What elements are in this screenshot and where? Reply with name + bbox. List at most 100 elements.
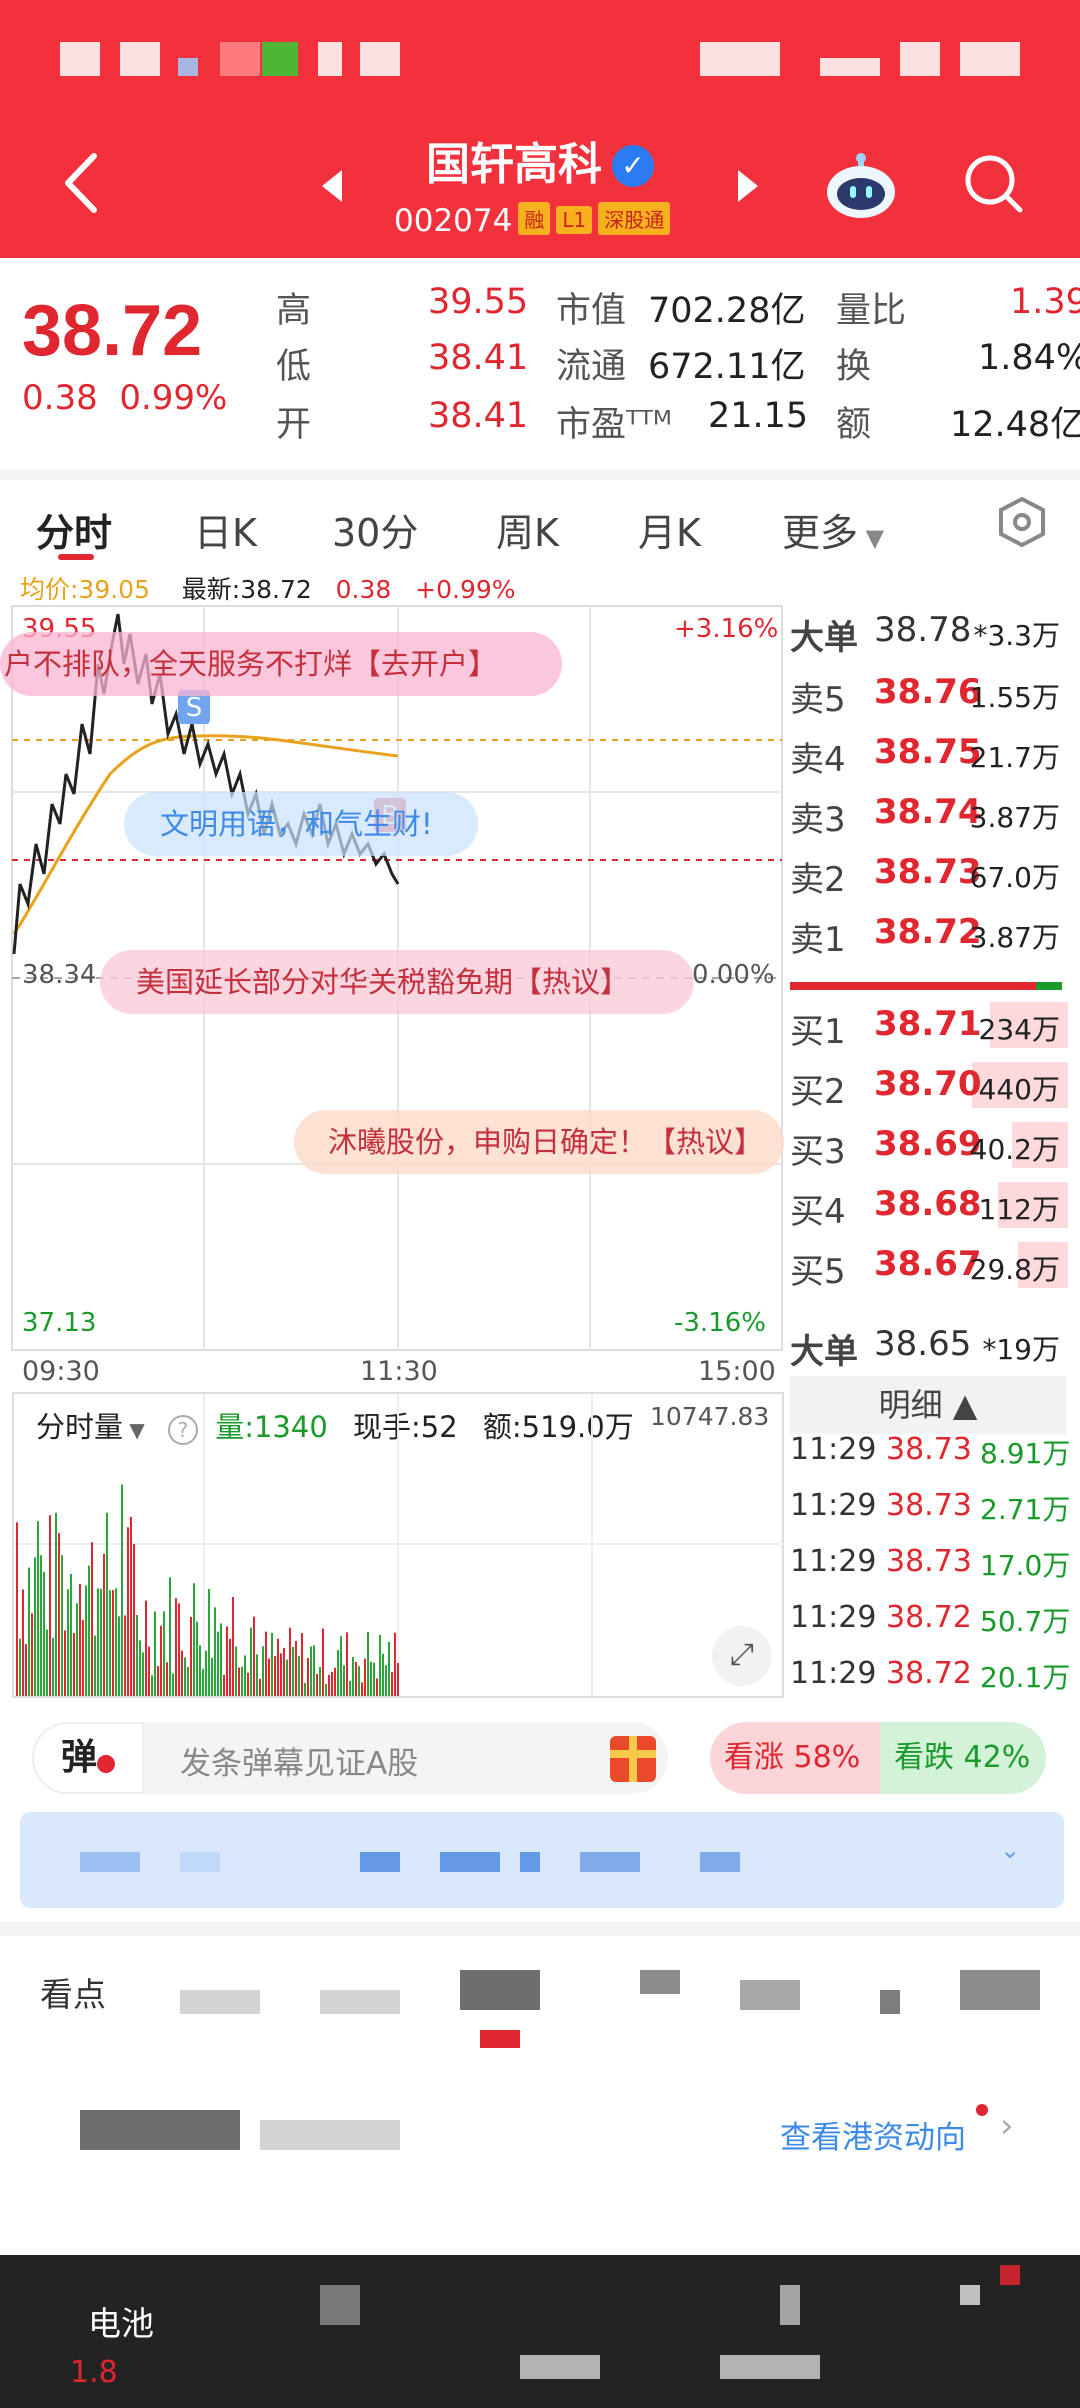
volume-bar <box>55 1512 57 1696</box>
danmu-bubble-1[interactable]: 文明用语，和气生财! <box>124 792 478 856</box>
tick-time: 11:29 <box>790 1656 877 1691</box>
danmu-bubble-2[interactable]: 美国延长部分对华关税豁免期【热议】 <box>100 950 694 1014</box>
volume-bar <box>73 1632 75 1696</box>
search-icon[interactable] <box>962 152 1026 218</box>
danmu-badge-text: 弹 <box>60 1737 97 1778</box>
turnover-label: 换 <box>836 347 872 387</box>
bid-price: 38.69 <box>874 1124 982 1164</box>
volume-bar <box>346 1632 348 1696</box>
volume-bar <box>310 1646 312 1696</box>
volume-bar <box>220 1623 222 1696</box>
chart-bottom-price: 37.13 <box>22 1308 97 1338</box>
change-percent: 0.99% <box>119 378 228 418</box>
bottom-left-value: 1.8 <box>70 2355 118 2390</box>
bottom-left-label[interactable]: 电池 <box>88 2297 154 2345</box>
volume-bar <box>31 1613 33 1696</box>
ask-label: 卖4 <box>790 740 846 780</box>
danmu-badge[interactable]: 弹 <box>32 1722 144 1794</box>
tick-time: 11:29 <box>790 1544 877 1579</box>
volume-bar <box>352 1656 354 1696</box>
volume-bar <box>268 1658 270 1696</box>
chart-bottom-pct: -3.16% <box>674 1308 766 1338</box>
vote-up-button[interactable]: 看涨 58% <box>710 1722 880 1794</box>
volume-bar <box>103 1553 105 1696</box>
volume-bar <box>127 1527 129 1696</box>
tab-daily[interactable]: 日K <box>194 502 257 557</box>
danmu-input-bar[interactable]: 弹 发条弹幕见证A股 <box>32 1722 668 1794</box>
volume-bar <box>391 1672 393 1696</box>
volume-bar <box>277 1638 279 1696</box>
volume-bar <box>349 1680 351 1696</box>
volume-bar <box>142 1652 144 1696</box>
link-dot <box>976 2104 988 2116</box>
tab-monthly[interactable]: 月K <box>638 502 701 557</box>
sell-marker-label: S <box>186 693 203 723</box>
volume-bar <box>301 1633 303 1696</box>
bid-volume: 112万 <box>978 1193 1060 1226</box>
volume-bar <box>388 1642 390 1696</box>
bid-label: 买1 <box>790 1012 846 1052</box>
section-label[interactable]: 看点 <box>40 1968 106 2016</box>
tab-weekly[interactable]: 周K <box>496 502 559 557</box>
chevron-down-icon[interactable]: ⌄ <box>1000 1836 1020 1864</box>
big-buy-label: 大单 <box>790 1332 858 1372</box>
volume-bar <box>373 1662 375 1696</box>
volume-bar <box>319 1667 321 1696</box>
volume-bar <box>355 1661 357 1696</box>
volume-bar <box>124 1615 126 1696</box>
settings-hexagon-icon[interactable] <box>996 496 1048 548</box>
volume-bar <box>25 1644 27 1696</box>
volume-bar <box>397 1663 399 1696</box>
tab-30min[interactable]: 30分 <box>332 502 418 557</box>
volume-bar <box>19 1638 21 1696</box>
volume-bar <box>262 1646 264 1696</box>
volume-bar <box>49 1515 51 1696</box>
info-change: 0.38 <box>335 575 392 604</box>
next-triangle-icon[interactable] <box>734 168 762 204</box>
danmu-bubble-3[interactable]: 沐曦股份，申购日确定！【热议】 <box>294 1110 784 1174</box>
big-buy-row: 大单 38.65 *19万 <box>790 1314 1068 1374</box>
ask-price: 38.75 <box>874 732 982 772</box>
volume-bar <box>94 1635 96 1696</box>
bid-label: 买5 <box>790 1252 846 1292</box>
volume-bar <box>211 1657 213 1696</box>
tick-time: 11:29 <box>790 1600 877 1635</box>
tick-price: 38.72 <box>886 1600 972 1635</box>
tick-row: 11:29 38.72 50.7万 <box>790 1596 1080 1652</box>
volume-bar <box>241 1666 243 1696</box>
big-sell-vol: *3.3万 <box>973 619 1060 652</box>
tag-level: L1 <box>556 206 593 234</box>
bid-row-5: 买5 38.67 29.8万 <box>790 1234 1068 1294</box>
hk-flow-link[interactable]: 查看港资动向 <box>780 2112 966 2157</box>
big-sell-label: 大单 <box>790 618 858 658</box>
robot-icon[interactable] <box>822 150 900 220</box>
app-header: 国轩高科 ✓ 002074 融 L1 深股通 <box>0 0 1080 258</box>
vote-down-button[interactable]: 看跌 42% <box>880 1722 1046 1794</box>
pe-value: 21.15 <box>708 396 809 436</box>
notice-banner[interactable]: ⌄ <box>20 1812 1064 1908</box>
volume-bar <box>166 1662 168 1696</box>
volume-bar <box>280 1653 282 1696</box>
tab-intraday[interactable]: 分时 <box>36 502 112 557</box>
bottom-bar: 电池 1.8 <box>0 2255 1080 2408</box>
tab-more[interactable]: 更多 ▼ <box>782 502 884 557</box>
ask-row-1: 卖5 38.76 1.55万 <box>790 662 1068 722</box>
volume-bar <box>184 1657 186 1696</box>
amount-value: 12.48亿 <box>950 405 1080 445</box>
volume-bar <box>238 1667 240 1696</box>
volume-bar <box>79 1584 81 1696</box>
detail-tab[interactable]: 明细 ▲ <box>790 1376 1066 1434</box>
volume-bar <box>22 1589 24 1696</box>
volume-bar <box>58 1533 60 1696</box>
stock-code-line: 002074 融 L1 深股通 <box>394 202 671 239</box>
mcap-value: 702.28亿 <box>648 291 806 331</box>
volume-bar <box>205 1650 207 1696</box>
chevron-right-icon[interactable]: › <box>1000 2106 1014 2146</box>
expand-icon[interactable]: ⤢ <box>712 1626 772 1686</box>
volume-bar <box>148 1646 150 1696</box>
open-value: 38.41 <box>428 396 529 436</box>
volume-bar <box>214 1607 216 1696</box>
danmu-bubble-ad[interactable]: 户不排队，全天服务不打烊【去开户】 <box>0 632 562 696</box>
gift-icon[interactable] <box>610 1736 656 1782</box>
tick-price: 38.73 <box>886 1544 972 1579</box>
